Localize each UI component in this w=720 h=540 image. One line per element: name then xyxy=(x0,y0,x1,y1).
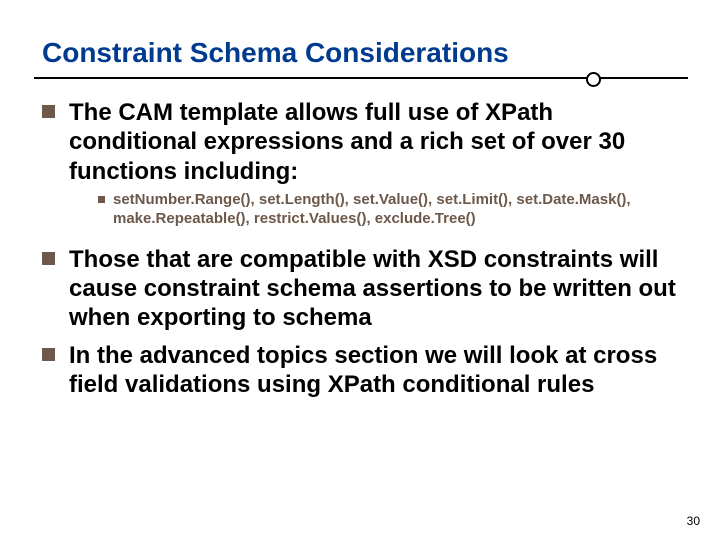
square-bullet-icon xyxy=(42,348,55,361)
bullet-text: In the advanced topics section we will l… xyxy=(69,341,682,400)
bullet-text: Those that are compatible with XSD const… xyxy=(69,245,682,333)
sub-bullet-text: setNumber.Range(), set.Length(), set.Val… xyxy=(113,190,682,229)
bullet-text: The CAM template allows full use of XPat… xyxy=(69,98,682,186)
sub-bullet-list: setNumber.Range(), set.Length(), set.Val… xyxy=(98,190,682,229)
sub-bullet-item: setNumber.Range(), set.Length(), set.Val… xyxy=(98,190,682,229)
bullet-item: In the advanced topics section we will l… xyxy=(42,341,682,400)
title-rule-ornament xyxy=(586,72,601,87)
bullet-item: The CAM template allows full use of XPat… xyxy=(42,98,682,186)
bullet-item: Those that are compatible with XSD const… xyxy=(42,245,682,333)
slide-title: Constraint Schema Considerations xyxy=(42,37,509,69)
square-bullet-icon xyxy=(42,252,55,265)
square-bullet-icon xyxy=(98,196,105,203)
content-area: The CAM template allows full use of XPat… xyxy=(42,98,682,407)
square-bullet-icon xyxy=(42,105,55,118)
page-number: 30 xyxy=(687,514,700,528)
slide: Constraint Schema Considerations The CAM… xyxy=(0,0,720,540)
